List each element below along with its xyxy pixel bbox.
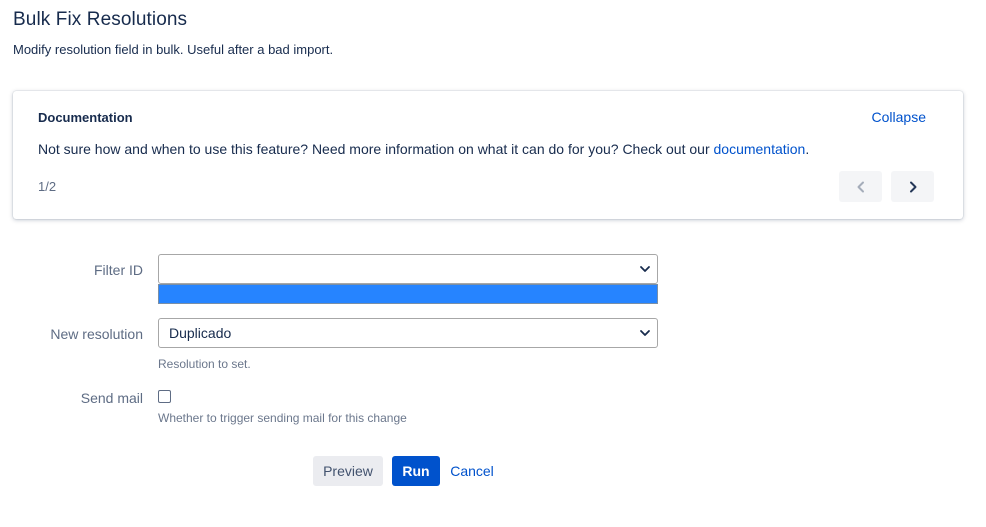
next-page-button[interactable] — [891, 171, 934, 202]
chevron-down-icon — [640, 330, 650, 336]
new-resolution-label: New resolution — [50, 326, 143, 342]
page-title: Bulk Fix Resolutions — [13, 9, 188, 30]
documentation-text: Not sure how and when to use this featur… — [38, 141, 809, 157]
preview-button[interactable]: Preview — [313, 456, 383, 486]
new-resolution-value: Duplicado — [169, 325, 232, 341]
page-indicator: 1/2 — [38, 179, 57, 194]
collapse-link[interactable]: Collapse — [872, 109, 926, 125]
previous-page-button[interactable] — [839, 171, 882, 202]
new-resolution-select[interactable]: Duplicado — [158, 318, 658, 348]
documentation-text-lead: Not sure how and when to use this featur… — [38, 141, 714, 157]
filter-id-label: Filter ID — [94, 262, 143, 278]
dropdown-option-highlighted[interactable] — [159, 285, 657, 287]
send-mail-checkbox[interactable] — [158, 390, 171, 403]
documentation-link[interactable]: documentation — [714, 141, 806, 157]
new-resolution-help: Resolution to set. — [158, 357, 251, 371]
send-mail-help: Whether to trigger sending mail for this… — [158, 411, 407, 425]
dropdown-obscured-text — [158, 304, 278, 307]
documentation-title: Documentation — [38, 110, 133, 125]
chevron-right-icon — [909, 181, 916, 192]
filter-id-select[interactable] — [158, 254, 658, 284]
documentation-panel: Documentation Collapse Not sure how and … — [13, 91, 963, 219]
cancel-button[interactable]: Cancel — [447, 456, 497, 486]
chevron-left-icon — [857, 181, 864, 192]
filter-id-dropdown-list — [158, 284, 658, 304]
chevron-down-icon — [640, 266, 650, 272]
send-mail-label: Send mail — [80, 390, 143, 406]
documentation-text-end: . — [805, 141, 810, 157]
page-subtitle: Modify resolution field in bulk. Useful … — [13, 42, 334, 57]
run-button[interactable]: Run — [392, 456, 440, 486]
